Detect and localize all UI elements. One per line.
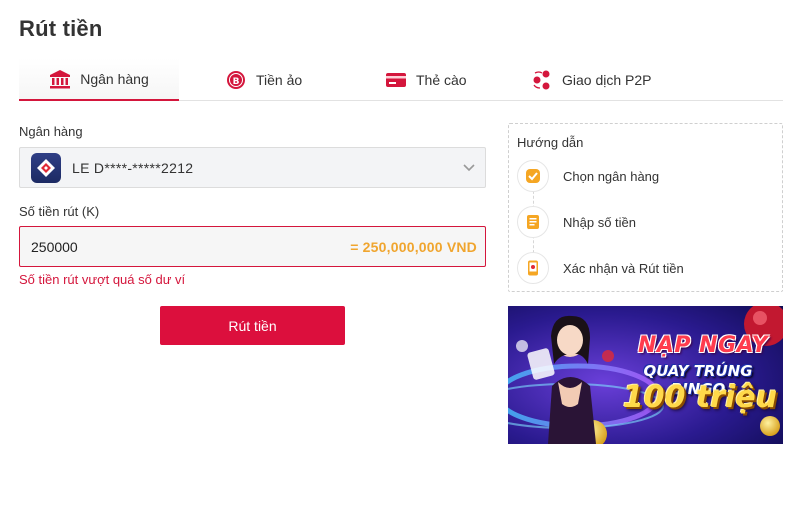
bank-selected-value: LE D****-*****2212 (72, 159, 194, 176)
banner-prize: 100 triệu (622, 380, 778, 415)
bank-logo-icon (31, 152, 61, 183)
tab-crypto[interactable]: B Tiền ảo (225, 58, 302, 101)
tab-bank[interactable]: Ngân hàng (19, 58, 179, 101)
amount-input[interactable]: 250000 = 250,000,000 VND (19, 226, 486, 267)
page-title: Rút tiền (19, 16, 103, 41)
guide-step-label: Xác nhận và Rút tiền (563, 260, 684, 276)
guide-step-label: Chọn ngân hàng (563, 168, 660, 184)
p2p-transfer-icon (531, 69, 553, 91)
guide-step: Nhập số tiền (517, 206, 636, 238)
bank-icon (49, 68, 71, 90)
amount-converted: = 250,000,000 VND (350, 239, 477, 255)
bank-label: Ngân hàng (19, 124, 83, 139)
tab-p2p-label: Giao dịch P2P (562, 71, 652, 88)
tab-scratch-card[interactable]: Thẻ cào (385, 58, 467, 101)
error-message: Số tiền rút vượt quá số dư ví (19, 272, 186, 287)
note-icon (517, 206, 549, 238)
guide-step-label: Nhập số tiền (563, 214, 636, 230)
phone-confirm-icon (517, 252, 549, 284)
tab-bar: Ngân hàng B Tiền ảo Thẻ cào Giao dịch P2… (19, 58, 783, 101)
svg-text:B: B (233, 77, 240, 87)
guide-step: Xác nhận và Rút tiền (517, 252, 684, 284)
bank-select[interactable]: LE D****-*****2212 (19, 147, 486, 188)
crypto-coin-icon: B (225, 69, 247, 91)
amount-label: Số tiền rút (K) (19, 204, 100, 219)
tab-crypto-label: Tiền ảo (256, 71, 303, 88)
tab-scratch-card-label: Thẻ cào (416, 71, 467, 88)
banner-headline: NẠP NGAY (637, 333, 769, 358)
promo-banner[interactable]: NẠP NGAY QUAY TRÚNG BINGO 100 triệu (508, 306, 783, 444)
withdraw-button[interactable]: Rút tiền (160, 306, 345, 345)
tab-p2p[interactable]: Giao dịch P2P (531, 58, 652, 101)
scratch-card-icon (385, 69, 407, 91)
guide-step: Chọn ngân hàng (517, 160, 659, 192)
guide-panel: Hướng dẫn Chọn ngân hàng Nhập số tiền Xá… (508, 123, 783, 292)
amount-value[interactable]: 250000 (31, 239, 78, 255)
check-badge-icon (517, 160, 549, 192)
tab-bank-label: Ngân hàng (80, 70, 149, 87)
chevron-down-icon[interactable] (461, 159, 477, 175)
guide-title: Hướng dẫn (517, 135, 584, 150)
